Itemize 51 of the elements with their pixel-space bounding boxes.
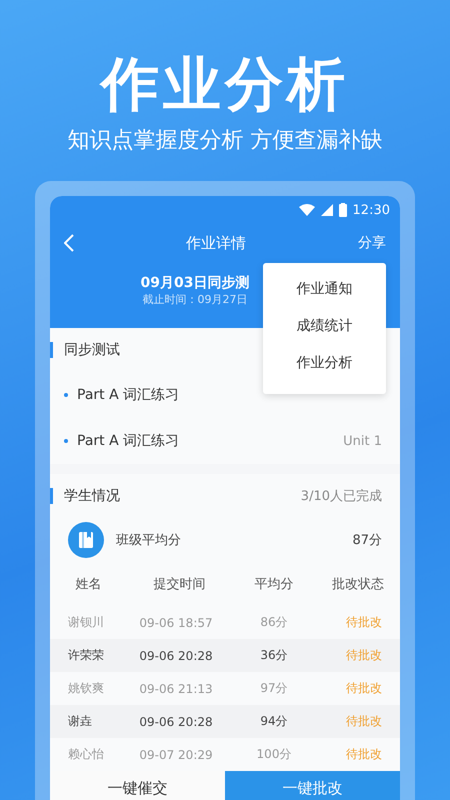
score-cell-text: 94分 (259, 713, 289, 730)
book-icon (68, 522, 104, 558)
battery-icon (338, 203, 347, 217)
exercise-title[interactable]: Part A 词汇练习 (77, 386, 180, 404)
deadline-text: 截止时间：09月27日 (142, 292, 248, 307)
score-cell-text: 100分 (256, 746, 292, 763)
table-row[interactable]: 许荣荣 09-06 20:28 36分 待批改 (50, 639, 400, 672)
back-icon[interactable] (64, 234, 74, 252)
submit-time: 09-06 20:28 (138, 648, 214, 662)
exercise-title[interactable]: Part A 词汇练习 (77, 432, 180, 450)
unit-label: Unit 1 (343, 434, 382, 448)
score-cell-text: 36分 (259, 647, 289, 664)
headline: 作业分析 (101, 49, 349, 120)
menu-item[interactable]: 作业分析 (296, 345, 352, 382)
section-heading: 同步测试 (64, 341, 120, 359)
signal-icon (320, 204, 333, 216)
column-header: 平均分 (254, 576, 294, 593)
bullet-dot (64, 439, 68, 443)
section-heading: 学生情况 (64, 487, 120, 505)
column-header: 提交时间 (152, 576, 206, 593)
status-cell-text: 待批改 (345, 647, 383, 664)
submit-time: 09-06 18:57 (138, 616, 214, 630)
status-cell-text: 待批改 (345, 713, 383, 730)
student-name: 姚钦爽 (67, 680, 105, 697)
score-cell-text: 86分 (259, 614, 289, 631)
student-name: 谢钡川 (67, 614, 105, 631)
average-label: 班级平均分 (116, 532, 181, 549)
completion-count: 3/10人已完成 (300, 488, 382, 505)
submit-time: 09-06 20:28 (138, 714, 214, 728)
submit-time: 09-06 21:13 (138, 682, 214, 696)
menu-item[interactable]: 作业通知 (296, 271, 352, 308)
bullet-dot (64, 393, 68, 397)
status-cell-text: 待批改 (345, 680, 383, 697)
assignment-title: 09月03日同步测 (140, 274, 250, 292)
subheadline: 知识点掌握度分析 方便查漏补缺 (68, 127, 382, 155)
score-cell-text: 97分 (259, 680, 289, 697)
student-name: 许荣荣 (67, 647, 105, 664)
student-name: 谢垚 (67, 713, 93, 730)
status-cell-text: 待批改 (345, 746, 383, 763)
status-time: 12:30 (352, 202, 390, 218)
menu-item[interactable]: 成绩统计 (296, 308, 352, 345)
average-score: 87分 (352, 532, 382, 549)
action-button[interactable]: 一键催交 (50, 771, 225, 800)
status-cell-text: 待批改 (345, 614, 383, 631)
student-name: 赖心怡 (67, 746, 105, 763)
column-header: 姓名 (74, 576, 102, 593)
column-header: 批改状态 (331, 576, 385, 593)
submit-time: 09-07 20:29 (138, 748, 214, 762)
page-title: 作业详情 (185, 234, 247, 252)
table-row[interactable]: 谢垚 09-06 20:28 94分 待批改 (50, 705, 400, 738)
wifi-icon (298, 204, 315, 216)
